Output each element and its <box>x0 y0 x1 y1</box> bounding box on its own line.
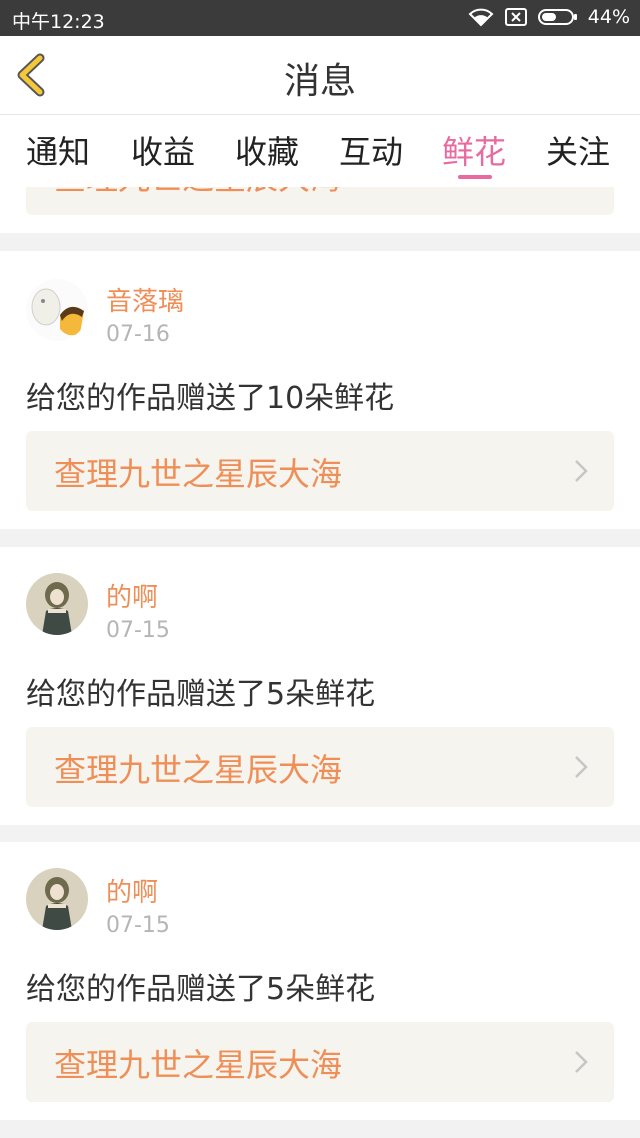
tab-favorites[interactable]: 收藏 <box>235 127 299 173</box>
chevron-right-icon <box>575 756 588 778</box>
work-link-title: 查理九世之星辰大海 <box>54 751 343 789</box>
username[interactable]: 的啊 <box>106 577 158 614</box>
message-card: 音落璃 07-16 给您的作品赠送了10朵鲜花 查理九世之星辰大海 <box>0 251 640 529</box>
message-card-partial: 查理九世之星辰大海 <box>0 187 640 233</box>
sim-icon <box>504 8 527 26</box>
message-list: 查理九世之星辰大海 音落璃 07-16 给您的作品赠送了10朵鲜花 查理九世之星… <box>0 187 640 1138</box>
status-icons: 44% <box>468 6 630 28</box>
work-link-title: 查理九世之星辰大海 <box>54 1046 343 1084</box>
work-link[interactable]: 查理九世之星辰大海 <box>26 1022 614 1102</box>
status-time: 中午12:23 <box>12 11 105 33</box>
avatar-image <box>26 573 88 635</box>
message-date: 07-15 <box>106 618 170 643</box>
battery-percent: 44% <box>587 6 630 28</box>
work-link-title: 查理九世之星辰大海 <box>54 455 343 493</box>
tab-flowers[interactable]: 鲜花 <box>442 127 506 173</box>
active-tab-indicator <box>458 175 492 179</box>
avatar-image <box>26 868 88 930</box>
username[interactable]: 的啊 <box>106 872 158 909</box>
avatar[interactable] <box>26 573 88 635</box>
page-title: 消息 <box>283 61 356 102</box>
username[interactable]: 音落璃 <box>106 281 184 318</box>
message-text: 给您的作品赠送了10朵鲜花 <box>26 381 395 416</box>
message-card: 的啊 07-15 给您的作品赠送了5朵鲜花 查理九世之星辰大海 <box>0 842 640 1120</box>
app-bar: 消息 <box>0 36 640 115</box>
avatar[interactable] <box>26 868 88 930</box>
work-link[interactable]: 查理九世之星辰大海 <box>26 431 614 511</box>
work-link[interactable]: 查理九世之星辰大海 <box>26 727 614 807</box>
message-text: 给您的作品赠送了5朵鲜花 <box>26 677 376 712</box>
message-date: 07-15 <box>106 913 170 938</box>
wifi-icon <box>468 8 494 27</box>
chevron-right-icon <box>575 1051 588 1073</box>
tab-notifications[interactable]: 通知 <box>26 127 90 173</box>
work-link[interactable]: 查理九世之星辰大海 <box>26 187 614 215</box>
battery-icon <box>537 9 577 25</box>
message-date: 07-16 <box>106 322 170 347</box>
work-link-title: 查理九世之星辰大海 <box>54 187 342 199</box>
avatar[interactable] <box>26 279 88 341</box>
status-bar: 中午12:23 44% <box>0 0 640 36</box>
chevron-right-icon <box>575 460 588 482</box>
tab-interactions[interactable]: 互动 <box>339 127 403 173</box>
tab-earnings[interactable]: 收益 <box>131 127 195 173</box>
tab-bar: 通知 收益 收藏 互动 鲜花 关注 <box>0 115 640 187</box>
tab-follows[interactable]: 关注 <box>546 127 610 173</box>
avatar-image <box>26 279 88 341</box>
message-text: 给您的作品赠送了5朵鲜花 <box>26 972 376 1007</box>
message-card: 的啊 07-15 给您的作品赠送了5朵鲜花 查理九世之星辰大海 <box>0 547 640 825</box>
